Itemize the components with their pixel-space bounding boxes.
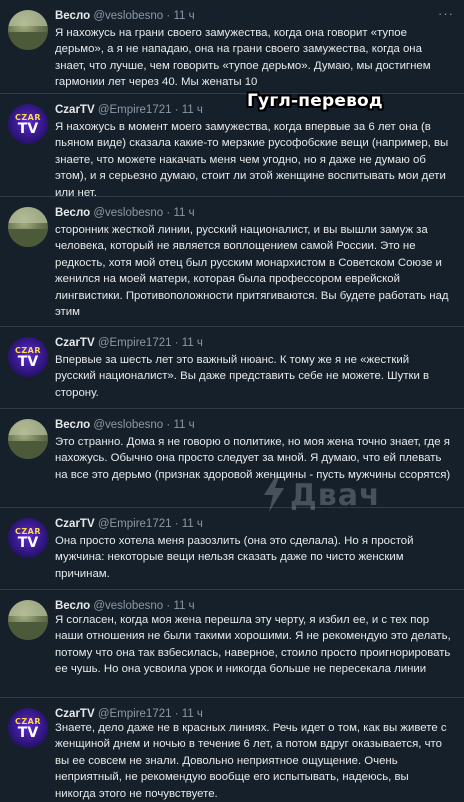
tweet-text: Я согласен, когда моя жена перешла эту ч… <box>55 614 451 676</box>
author-handle[interactable]: @veslobesno <box>93 10 163 22</box>
tweet-text: Я нахожусь на грани своего замужества, к… <box>55 27 431 89</box>
tweet[interactable]: CZAR TV CzarTV @Empire1721 · 11 ч Знаете… <box>0 698 464 800</box>
tweet-text: Это странно. Дома я не говорю о политике… <box>55 436 451 481</box>
tweet[interactable]: CZAR TV CzarTV @Empire1721 · 11 ч Она пр… <box>0 508 464 590</box>
tweet-header: Весло @veslobesno · 11 ч <box>55 417 195 433</box>
author-name[interactable]: Весло <box>55 207 90 219</box>
overlay-caption: Гугл-перевод <box>247 91 383 111</box>
author-handle[interactable]: @Empire1721 <box>98 337 172 349</box>
author-name[interactable]: Весло <box>55 600 90 612</box>
author-handle[interactable]: @Empire1721 <box>98 104 172 116</box>
avatar-logo-text: TV <box>17 535 39 551</box>
author-name[interactable]: Весло <box>55 10 90 22</box>
author-name[interactable]: CzarTV <box>55 337 95 349</box>
timestamp[interactable]: 11 ч <box>173 207 194 219</box>
timestamp[interactable]: 11 ч <box>173 600 194 612</box>
author-name[interactable]: CzarTV <box>55 708 95 720</box>
lightning-icon <box>264 474 284 512</box>
avatar-logo-text: TV <box>17 121 39 137</box>
avatar-logo-text: TV <box>17 725 39 741</box>
timestamp[interactable]: 11 ч <box>182 337 203 349</box>
separator-dot: · <box>166 207 171 219</box>
avatar[interactable] <box>8 207 48 247</box>
tweet[interactable]: Весло @veslobesno · 11 ч сторонник жестк… <box>0 197 464 327</box>
timestamp[interactable]: 11 ч <box>173 10 194 22</box>
tweet-text: Она просто хотела меня разозлить (она эт… <box>55 535 414 580</box>
separator-dot: · <box>174 518 179 530</box>
timestamp[interactable]: 11 ч <box>173 419 194 431</box>
separator-dot: · <box>174 104 179 116</box>
tweet-text: Я нахожусь в момент моего замужества, ко… <box>55 121 449 199</box>
separator-dot: · <box>166 600 171 612</box>
tweet[interactable]: Весло @veslobesno · 11 ч Я согласен, ког… <box>0 590 464 698</box>
avatar[interactable] <box>8 419 48 459</box>
tweet[interactable]: Весло @veslobesno · 11 ч ··· Я нахожусь … <box>0 0 464 94</box>
tweet[interactable]: CZAR TV CzarTV @Empire1721 · 11 ч Впервы… <box>0 327 464 409</box>
tweet-header: CzarTV @Empire1721 · 11 ч <box>55 102 203 118</box>
timestamp[interactable]: 11 ч <box>182 518 203 530</box>
avatar[interactable] <box>8 10 48 50</box>
author-handle[interactable]: @veslobesno <box>93 419 163 431</box>
watermark-text: Двач <box>290 478 381 513</box>
avatar[interactable]: CZAR TV <box>8 708 48 748</box>
separator-dot: · <box>174 337 179 349</box>
avatar[interactable]: CZAR TV <box>8 337 48 377</box>
avatar[interactable]: CZAR TV <box>8 518 48 558</box>
avatar[interactable] <box>8 600 48 640</box>
avatar-logo-text: TV <box>17 354 39 370</box>
tweet-header: CzarTV @Empire1721 · 11 ч <box>55 516 203 532</box>
tweet-header: CzarTV @Empire1721 · 11 ч <box>55 335 203 351</box>
author-handle[interactable]: @veslobesno <box>93 207 163 219</box>
author-name[interactable]: Весло <box>55 419 90 431</box>
author-name[interactable]: CzarTV <box>55 518 95 530</box>
avatar[interactable]: CZAR TV <box>8 104 48 144</box>
timestamp[interactable]: 11 ч <box>182 708 203 720</box>
tweet[interactable]: Весло @veslobesno · 11 ч Это странно. До… <box>0 409 464 508</box>
separator-dot: · <box>166 10 171 22</box>
tweet-header: Весло @veslobesno · 11 ч <box>55 8 195 24</box>
separator-dot: · <box>166 419 171 431</box>
author-handle[interactable]: @Empire1721 <box>98 708 172 720</box>
tweet-text: Впервые за шесть лет это важный нюанс. К… <box>55 354 430 399</box>
tweet-text: Знаете, дело даже не в красных линиях. Р… <box>55 722 447 800</box>
tweet[interactable]: CZAR TV CzarTV @Empire1721 · 11 ч Я нахо… <box>0 94 464 199</box>
tweet-header: Весло @veslobesno · 11 ч <box>55 205 195 221</box>
author-handle[interactable]: @Empire1721 <box>98 518 172 530</box>
author-name[interactable]: CzarTV <box>55 104 95 116</box>
author-handle[interactable]: @veslobesno <box>93 600 163 612</box>
separator-dot: · <box>174 708 179 720</box>
more-options-icon[interactable]: ··· <box>438 7 454 21</box>
tweet-text: сторонник жесткой линии, русский национа… <box>55 224 449 319</box>
timestamp[interactable]: 11 ч <box>182 104 203 116</box>
